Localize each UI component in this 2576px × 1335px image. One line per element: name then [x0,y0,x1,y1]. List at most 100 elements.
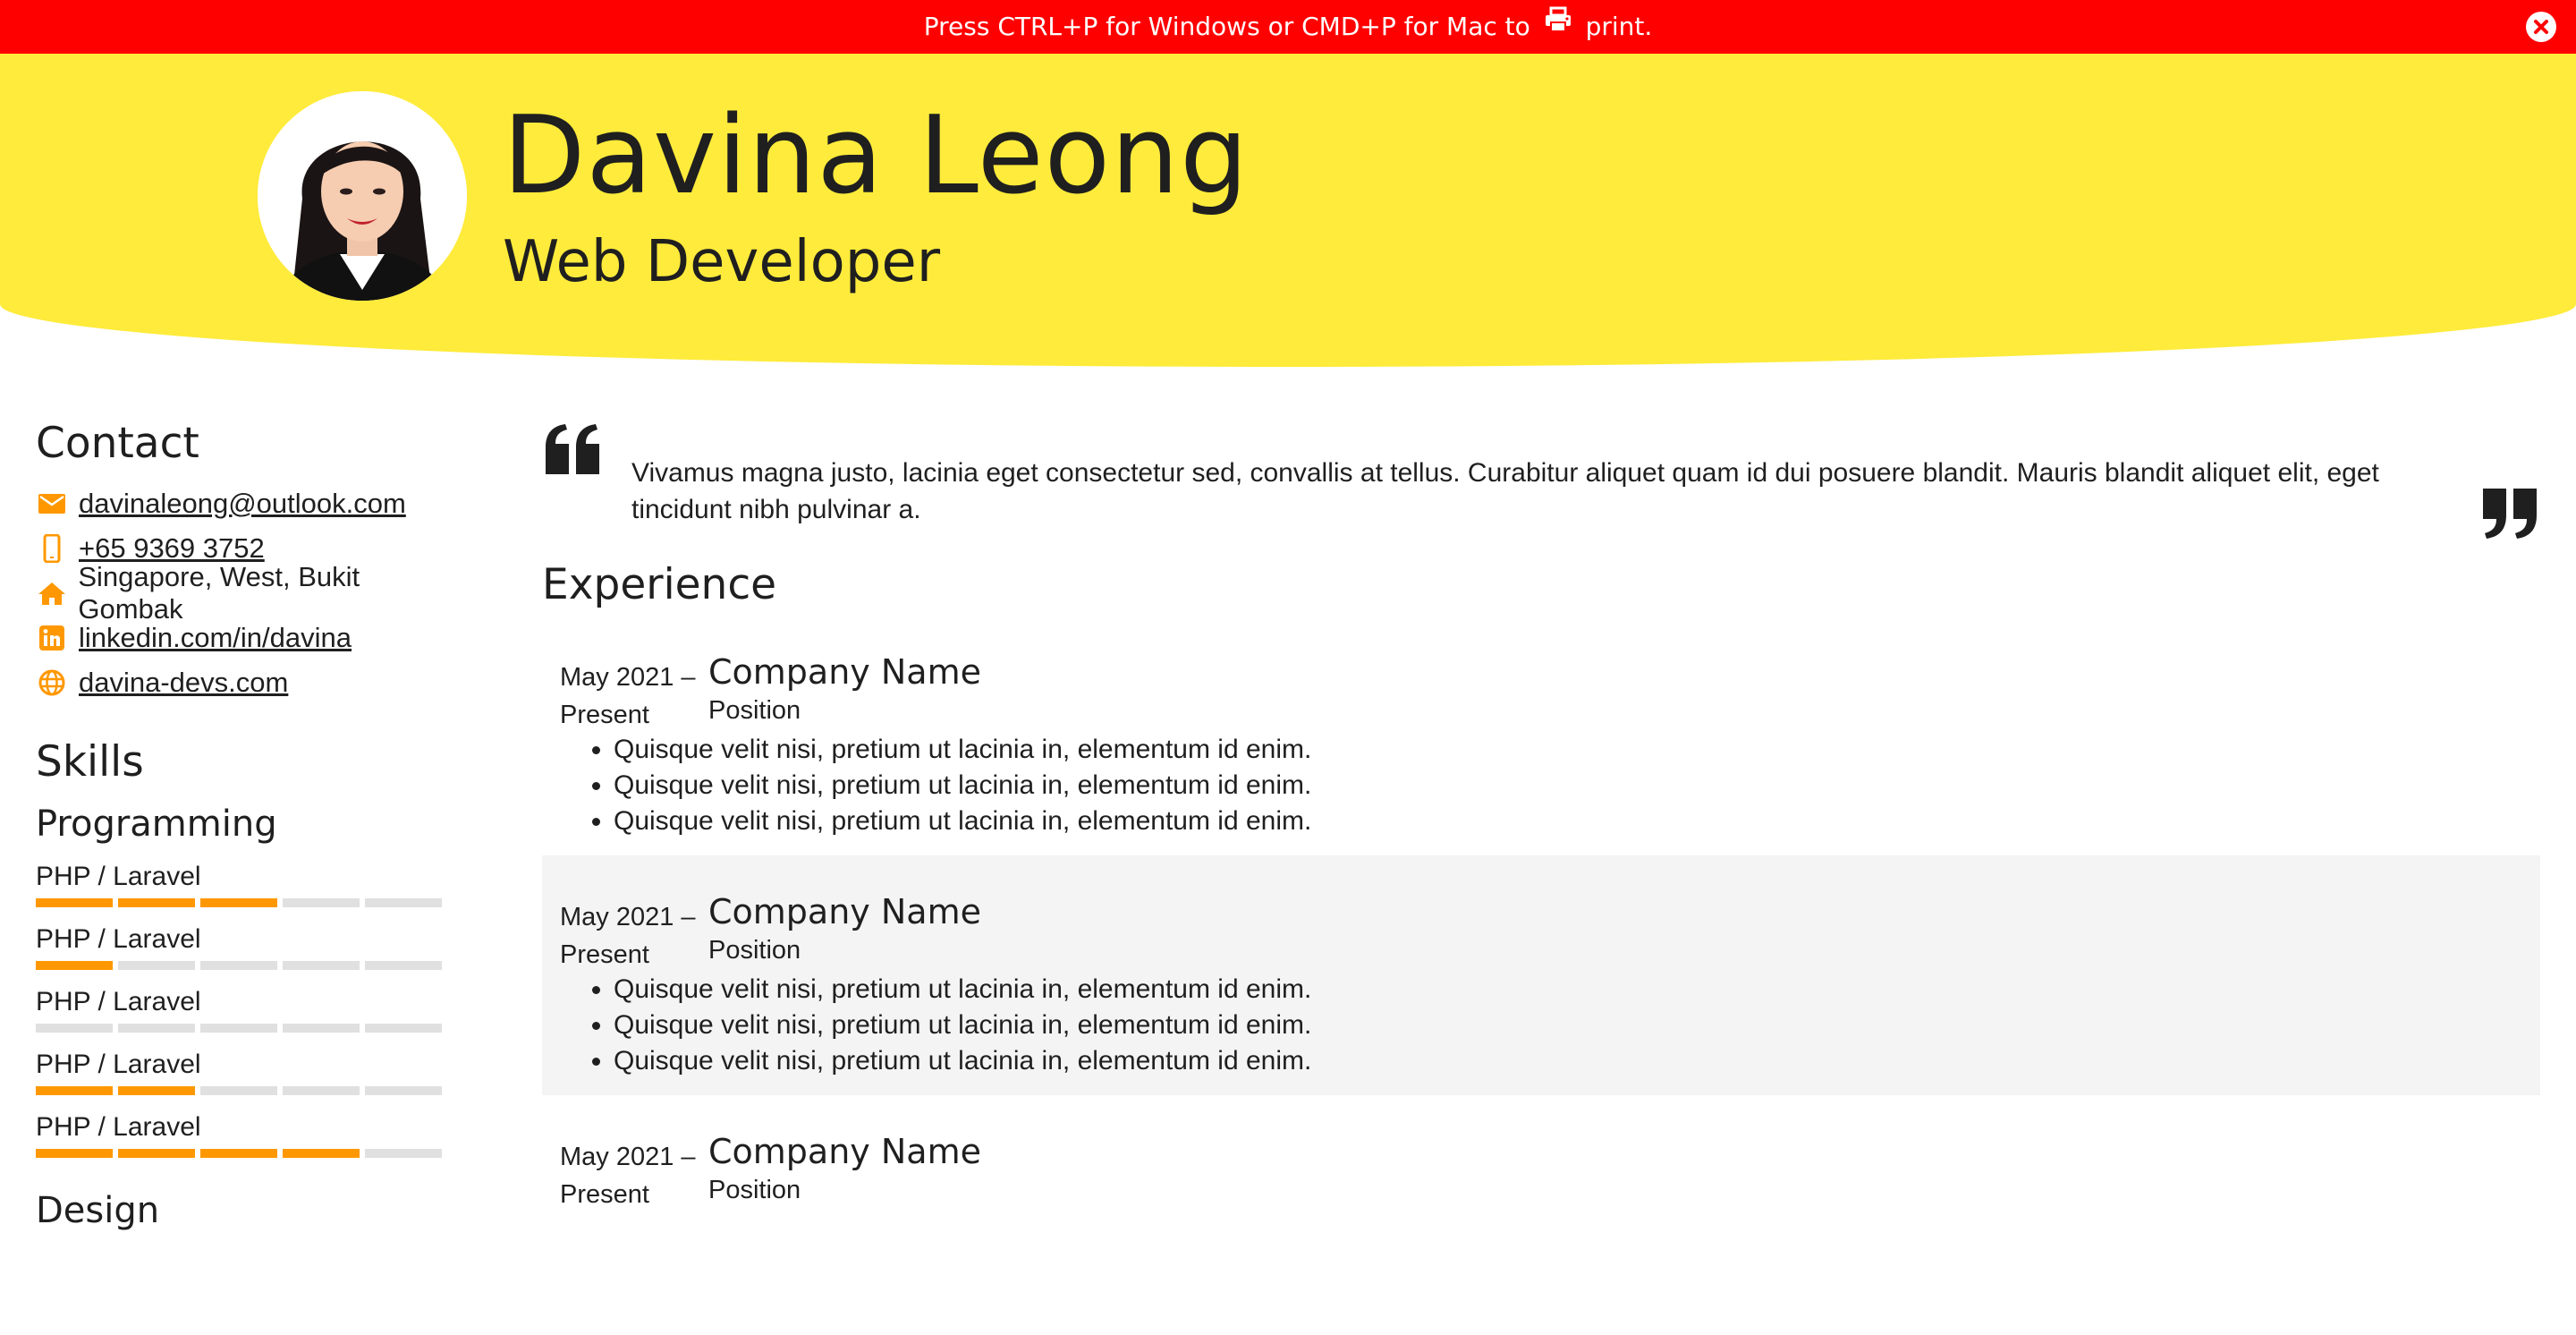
candidate-title: Web Developer [503,229,941,295]
contact-website: davina-devs.com [36,660,465,705]
skill-level-empty [118,961,195,970]
banner-text-before: Press CTRL+P for Windows or CMD+P for Ma… [923,12,1530,41]
job-date: May 2021 – Present [560,898,703,974]
print-banner: Press CTRL+P for Windows or CMD+P for Ma… [0,0,2576,54]
skills-heading: Skills [36,737,144,787]
job-date: May 2021 – Present [560,1138,703,1213]
skill-level-empty [365,898,442,907]
job-date-start: May 2021 – [560,663,696,692]
envelope-icon [36,488,68,520]
skill-level-filled [36,961,113,970]
skill-label: PHP / Laravel [36,924,201,954]
experience-item: May 2021 – Present Company Name Position [542,1095,2540,1335]
skill-level-empty [283,961,360,970]
job-date-start: May 2021 – [560,903,696,931]
skill-level-bar [36,1086,465,1095]
skill-label: PHP / Laravel [36,1050,201,1079]
skill-level-filled [36,1149,113,1158]
close-banner-button[interactable] [2526,12,2556,42]
contact-email: davinaleong@outlook.com [36,481,465,526]
sidebar: Contact davinaleong@outlook.com +65 9369… [36,412,465,1172]
main-content: Vivamus magna justo, lacinia eget consec… [542,412,2540,1335]
quote-left-icon [542,422,605,480]
skill-level-bar [36,961,465,970]
skill-label: PHP / Laravel [36,987,201,1016]
skills-group-programming: Programming [36,804,277,845]
summary-text: Vivamus magna justo, lacinia eget consec… [631,458,2379,524]
phone-link[interactable]: +65 9369 3752 [79,532,265,565]
job-company: Company Name [708,652,981,692]
skill-item: PHP / Laravel [36,1110,465,1172]
skill-level-filled [36,898,113,907]
skill-level-empty [365,961,442,970]
skill-level-filled [200,898,277,907]
address-text: Singapore, West, Bukit Gombak [78,561,360,625]
skill-level-filled [36,1086,113,1095]
linkedin-icon [36,622,68,654]
skills-group-design: Design [36,1190,160,1231]
email-link[interactable]: davinaleong@outlook.com [79,488,406,520]
skill-list: PHP / Laravel PHP / Laravel PHP / Laravel P… [36,859,465,1172]
website-link[interactable]: davina-devs.com [79,667,288,699]
job-bullet: Quisque velit nisi, pretium ut lacinia i… [614,732,1311,768]
job-bullet: Quisque velit nisi, pretium ut lacinia i… [614,972,1311,1008]
skill-item: PHP / Laravel [36,1047,465,1110]
linkedin-link[interactable]: linkedin.com/in/davina [79,622,352,654]
job-bullet-list: Quisque velit nisi, pretium ut lacinia i… [614,972,1311,1079]
skill-level-bar [36,898,465,907]
experience-heading: Experience [542,560,777,609]
job-bullet: Quisque velit nisi, pretium ut lacinia i… [614,804,1311,839]
skill-level-filled [118,898,195,907]
skill-level-filled [283,1149,360,1158]
quote-right-icon [2478,487,2540,545]
contact-address: Singapore, West, Bukit Gombak [36,561,465,625]
job-date: May 2021 – Present [560,659,703,734]
skill-level-bar [36,1024,465,1033]
skill-label: PHP / Laravel [36,1112,201,1142]
contact-list: davinaleong@outlook.com +65 9369 3752 Si… [36,481,465,705]
skill-item: PHP / Laravel [36,922,465,984]
job-date-end: Present [560,701,649,729]
globe-icon [36,667,68,699]
skill-label: PHP / Laravel [36,862,201,891]
home-icon [36,577,67,609]
job-bullet: Quisque velit nisi, pretium ut lacinia i… [614,768,1311,804]
skill-level-empty [365,1086,442,1095]
close-icon [2526,12,2556,42]
mobile-phone-icon [36,532,68,565]
skill-level-bar [36,1149,465,1158]
skill-item: PHP / Laravel [36,859,465,922]
skill-level-filled [200,1149,277,1158]
summary-quote: Vivamus magna justo, lacinia eget consec… [542,412,2540,555]
job-date-start: May 2021 – [560,1143,696,1171]
skill-level-filled [118,1086,195,1095]
avatar [258,91,467,301]
job-bullet-list: Quisque velit nisi, pretium ut lacinia i… [614,732,1311,839]
avatar-photo [258,91,467,301]
skill-level-empty [365,1149,442,1158]
skill-level-empty [200,1086,277,1095]
job-bullet: Quisque velit nisi, pretium ut lacinia i… [614,1008,1311,1043]
skill-item: PHP / Laravel [36,984,465,1047]
job-position: Position [708,936,801,965]
skill-level-empty [283,898,360,907]
experience-item: May 2021 – Present Company Name Position Qui… [542,616,2540,855]
job-date-end: Present [560,1180,649,1209]
skill-level-empty [365,1024,442,1033]
job-bullet: Quisque velit nisi, pretium ut lacinia i… [614,1043,1311,1079]
skill-level-filled [118,1149,195,1158]
skill-level-empty [36,1024,113,1033]
experience-list: May 2021 – Present Company Name Position Qui… [542,616,2540,1335]
print-icon [1544,0,1572,52]
skill-level-empty [283,1086,360,1095]
skill-level-empty [283,1024,360,1033]
job-company: Company Name [708,1132,981,1171]
job-company: Company Name [708,892,981,931]
job-position: Position [708,696,801,725]
experience-item: May 2021 – Present Company Name Position Qui… [542,855,2540,1095]
job-date-end: Present [560,940,649,969]
contact-heading: Contact [36,419,199,468]
skill-level-empty [118,1024,195,1033]
candidate-name: Davina Leong [503,94,1250,218]
skill-level-empty [200,1024,277,1033]
